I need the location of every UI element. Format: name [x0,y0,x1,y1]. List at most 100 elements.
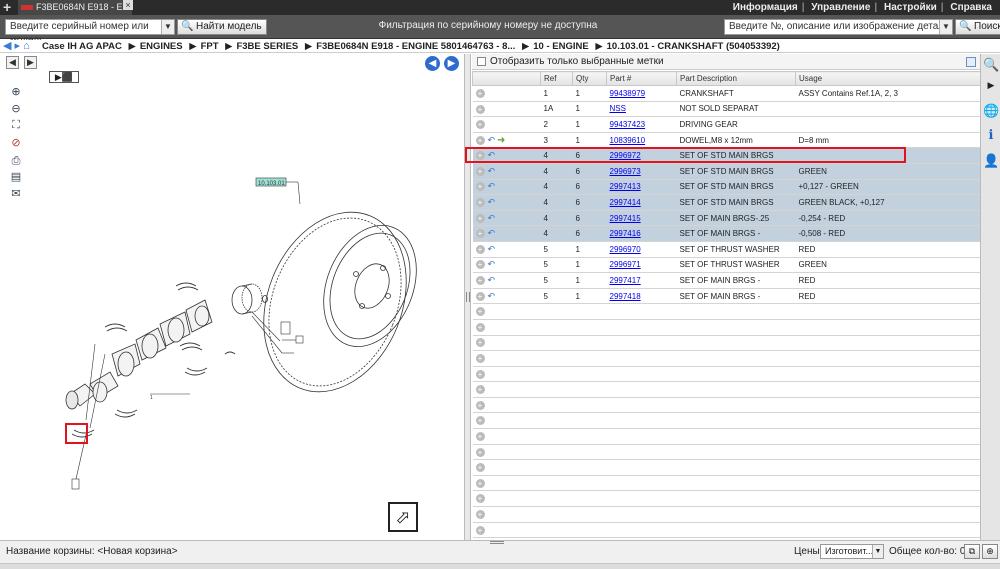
export-icon[interactable] [966,57,976,67]
email-icon[interactable]: ✉ [9,187,23,201]
add-to-cart-icon[interactable]: + [475,120,485,130]
crankshaft-part[interactable] [65,299,213,410]
exploded-view-drawing[interactable]: 10.103.01 1 [0,54,465,540]
search-button[interactable]: 🔍 Поиск [955,19,1000,35]
driving-gear-part[interactable] [231,283,268,315]
col-qty[interactable]: Qty [572,71,607,86]
part-number-link[interactable]: 99437423 [610,120,646,129]
menu-help[interactable]: Справка [946,2,996,13]
add-to-cart-icon[interactable]: + [475,244,485,254]
add-to-cart-icon[interactable]: + [475,104,485,114]
col-usage[interactable]: Usage [795,71,981,86]
add-to-cart-icon[interactable]: + [475,166,485,176]
history-icon[interactable]: ↶ [488,166,496,177]
fit-to-window-icon[interactable]: ⛶ [9,118,23,132]
next-page-icon[interactable]: ▶ [24,56,37,69]
breadcrumb-item[interactable]: Case IH AG APAC [42,41,122,52]
history-icon[interactable]: ↶ [488,259,496,270]
history-icon[interactable]: ↶ [488,244,496,255]
add-to-cart-icon[interactable]: + [475,275,485,285]
menu-management[interactable]: Управление [807,2,874,13]
table-row[interactable]: + ↶ 4 6 2996973 SET OF STD MAIN BRGS GREEN [472,163,981,180]
add-to-cart-icon[interactable]: + [475,478,485,488]
part-number-link[interactable]: 2997416 [610,229,641,238]
history-icon[interactable]: ↶ [488,135,496,146]
pane-splitter[interactable] [465,54,471,540]
breadcrumb-item[interactable]: ENGINES [140,41,183,52]
table-row[interactable]: + ↶ 4 6 2996972 SET OF STD MAIN BRGS [472,147,981,164]
back-nav-icon[interactable]: ◀ ▸ ⌂ [3,40,30,53]
history-icon[interactable]: ↶ [488,150,496,161]
cart-value[interactable]: <Новая корзина> [97,546,177,557]
history-icon[interactable]: ↶ [488,291,496,302]
find-model-button[interactable]: 🔍 Найти модель [177,19,267,35]
table-row[interactable]: + ↶ 5 1 2997417 SET OF MAIN BRGS - RED [472,272,981,289]
breadcrumb-item[interactable]: F3BE SERIES [236,41,298,52]
menu-settings[interactable]: Настройки [880,2,941,13]
part-search-combo[interactable]: Введите №, описание или изображение дета… [724,19,953,35]
part-number-link[interactable]: 2997414 [610,198,641,207]
chevron-down-icon[interactable]: ▼ [939,20,952,34]
selected-only-filter[interactable]: Отобразить только выбранные метки [472,54,980,70]
add-to-cart-icon[interactable]: + [475,229,485,239]
serial-model-combo[interactable]: Введите серийный номер или модель ▼ [5,19,175,46]
add-to-cart-icon[interactable]: + [475,338,485,348]
add-to-cart-icon[interactable]: + [475,369,485,379]
col-description[interactable]: Part Description [676,71,796,86]
menu-info[interactable]: Информация [729,2,802,13]
add-to-cart-icon[interactable]: + [475,525,485,535]
add-to-cart-icon[interactable]: + [475,307,485,317]
breadcrumb-item[interactable]: F3BE0684N E918 - ENGINE 5801464763 - 8..… [316,41,515,52]
table-row[interactable]: + ↶ 4 6 2997414 SET OF STD MAIN BRGS GREEN BLA… [472,194,981,211]
part-number-link[interactable]: 2996971 [610,260,641,269]
user-icon[interactable]: 👤 [983,152,999,170]
part-number-link[interactable]: 2997415 [610,214,641,223]
add-to-cart-icon[interactable]: + [475,322,485,332]
collapse-icon[interactable]: ▶ [983,76,999,94]
info-icon[interactable]: ℹ [983,126,999,144]
selected-only-checkbox[interactable] [477,57,486,66]
document-tab[interactable]: F3BE0684N E918 - E... [18,0,132,15]
part-number-link[interactable]: 2997418 [610,292,641,301]
add-to-cart-icon[interactable]: + [475,260,485,270]
part-number-link[interactable]: 2997413 [610,182,641,191]
part-number-link[interactable]: 10839610 [610,136,646,145]
add-to-cart-icon[interactable]: + [475,213,485,223]
part-number-link[interactable]: 2996972 [610,151,641,160]
history-icon[interactable]: ↶ [488,213,496,224]
history-icon[interactable]: ↶ [488,181,496,192]
add-to-cart-icon[interactable]: + [475,182,485,192]
add-to-cart-icon[interactable]: + [475,416,485,426]
part-number-link[interactable]: 99438979 [610,89,646,98]
part-number-link[interactable]: NSS [610,104,626,113]
add-to-cart-icon[interactable]: + [475,432,485,442]
search-icon[interactable]: 🔍 [983,56,999,74]
table-row[interactable]: + ↶ 5 1 2996970 SET OF THRUST WASHER RED [472,241,981,258]
chevron-down-icon[interactable]: ▼ [872,545,883,558]
previous-diagram-icon[interactable]: ◀ [425,56,440,71]
table-row[interactable]: +1 1 99438979 CRANKSHAFT ASSY Contains Ref.1… [472,85,981,102]
reset-zoom-icon[interactable]: ⊘ [9,136,23,150]
add-to-cart-icon[interactable]: + [475,197,485,207]
part-number-link[interactable]: 2997417 [610,276,641,285]
chevron-down-icon[interactable]: ▼ [161,20,174,34]
history-icon[interactable]: ↶ [488,197,496,208]
view-mode-icon[interactable]: ▶⬛ [49,71,79,83]
replacement-icon[interactable]: ➜ [497,135,505,146]
part-search-input[interactable]: Введите №, описание или изображение дета… [729,21,950,32]
flywheel-part[interactable] [238,191,433,414]
add-to-cart-icon[interactable]: + [475,385,485,395]
table-row[interactable]: + ↶ 4 6 2997413 SET OF STD MAIN BRGS +0,127 - … [472,179,981,196]
table-row[interactable]: + ↶ 4 6 2997416 SET OF MAIN BRGS - -0,508 - RE… [472,225,981,242]
add-to-cart-icon[interactable]: + [475,135,485,145]
breadcrumb-item[interactable]: 10 - ENGINE [533,41,588,52]
splitter-grip-icon[interactable] [466,292,470,302]
table-row[interactable]: + ↶ ➜ 3 1 10839610 DOWEL,M8 x 12mm D=8 mm [472,132,981,149]
cart-add-button[interactable]: ⊕ [982,544,998,559]
return-to-upper-level-icon[interactable]: ⬀ [388,502,418,532]
breadcrumb-item[interactable]: 10.103.01 - CRANKSHAFT (504053392) [607,41,780,52]
history-icon[interactable]: ↶ [488,228,496,239]
previous-page-icon[interactable]: ◀ [6,56,19,69]
col-ref[interactable]: Ref [540,71,573,86]
col-part-number[interactable]: Part # [606,71,677,86]
